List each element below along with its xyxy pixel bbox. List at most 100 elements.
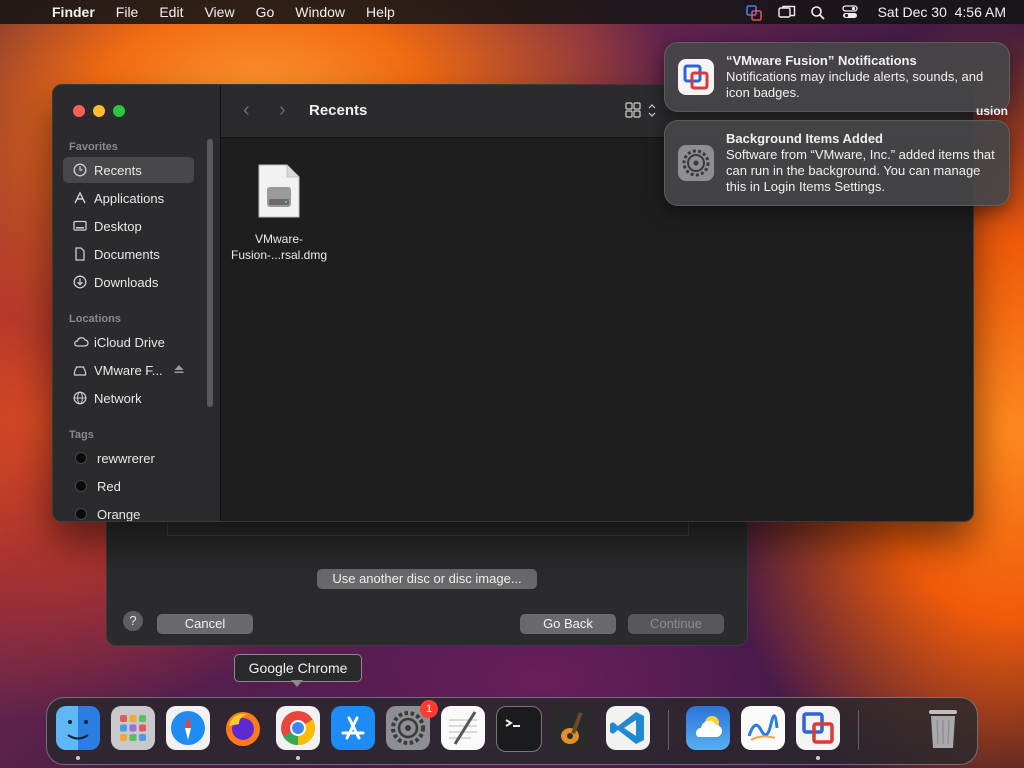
continue-button[interactable]: Continue	[628, 614, 724, 634]
chrome-icon[interactable]	[276, 706, 320, 750]
menu-bar: Finder File Edit View Go Window Help Sat…	[0, 0, 1024, 24]
menu-help[interactable]: Help	[366, 4, 395, 20]
notification-body: Notifications may include alerts, sounds…	[726, 69, 984, 100]
screen-mirroring-icon[interactable]	[777, 5, 795, 19]
running-indicator	[296, 756, 300, 760]
gear-icon	[678, 145, 714, 181]
tag-dot	[75, 480, 87, 492]
sidebar-scrollbar[interactable]	[207, 139, 213, 407]
finder-sidebar: Favorites Recents Applications Desktop D…	[53, 85, 221, 521]
sidebar-item-label: Applications	[94, 190, 165, 206]
running-indicator	[76, 756, 80, 760]
firefox-icon[interactable]	[221, 706, 265, 750]
sidebar-tag-red[interactable]: Red	[63, 473, 194, 499]
close-window-button[interactable]	[73, 105, 85, 117]
zoom-window-button[interactable]	[113, 105, 125, 117]
garageband-icon[interactable]	[551, 706, 595, 750]
system-settings-icon[interactable]: 1	[386, 700, 438, 750]
use-another-disc-button[interactable]: Use another disc or disc image...	[317, 569, 537, 589]
dock-tooltip: Google Chrome	[234, 654, 362, 682]
sidebar-item-label: Red	[97, 478, 121, 494]
vmware-fusion-status-icon[interactable]	[745, 5, 762, 21]
tag-dot	[75, 508, 87, 520]
notification-vmware[interactable]: “VMware Fusion” Notifications Notificati…	[664, 42, 1010, 112]
app-store-icon[interactable]	[331, 706, 375, 750]
sidebar-item-icloud-drive[interactable]: iCloud Drive	[63, 329, 194, 355]
dock: 1	[46, 697, 978, 765]
sidebar-item-network[interactable]: Network	[63, 385, 194, 411]
sidebar-tag-orange[interactable]: Orange	[63, 501, 194, 522]
eject-icon[interactable]	[173, 363, 185, 378]
file-name-line: VMware-	[254, 232, 303, 246]
tooltip-tail	[291, 680, 303, 687]
trash-icon[interactable]	[923, 706, 963, 750]
sidebar-item-label: Network	[94, 390, 142, 406]
sidebar-item-label: Downloads	[94, 274, 159, 290]
menu-window[interactable]: Window	[295, 4, 345, 20]
search-icon[interactable]	[810, 5, 826, 20]
disk-icon	[73, 363, 87, 377]
sidebar-item-label: VMware F...	[94, 362, 163, 378]
weather-icon[interactable]	[686, 706, 730, 750]
notification-title: Background Items Added	[726, 131, 883, 146]
sidebar-item-label: Documents	[94, 246, 160, 262]
back-arrow-icon[interactable]: ‹	[243, 99, 250, 122]
locations-heading: Locations	[69, 313, 121, 325]
go-back-button[interactable]: Go Back	[520, 614, 616, 634]
partial-window-text: usion	[976, 104, 1008, 118]
sidebar-item-label: Recents	[94, 162, 142, 178]
sidebar-item-desktop[interactable]: Desktop	[63, 213, 194, 239]
vscode-icon[interactable]	[606, 706, 650, 750]
file-name: VMware- Fusion-...rsal.dmg	[225, 231, 333, 263]
desktop-icon	[73, 219, 87, 233]
menu-bar-clock[interactable]: Sat Dec 30 4:56 AM	[878, 4, 1006, 20]
dock-separator	[668, 710, 669, 750]
menu-file[interactable]: File	[116, 4, 139, 20]
installer-dialog: Use another disc or disc image... ? Canc…	[106, 510, 748, 646]
freeform-icon[interactable]	[741, 706, 785, 750]
sidebar-item-label: Desktop	[94, 218, 142, 234]
cancel-button[interactable]: Cancel	[157, 614, 253, 634]
clock-icon	[73, 163, 87, 177]
disk-image-icon	[257, 163, 301, 219]
forward-arrow-icon[interactable]: ›	[279, 99, 286, 122]
file-name-line: Fusion-...rsal.dmg	[230, 248, 328, 262]
textedit-icon[interactable]	[441, 706, 485, 750]
notification-background-items[interactable]: Background Items Added Software from “VM…	[664, 120, 1010, 206]
sidebar-item-vmware-volume[interactable]: VMware F...	[63, 357, 194, 383]
menu-app-name[interactable]: Finder	[52, 4, 95, 20]
cloud-icon	[73, 335, 89, 349]
sidebar-item-documents[interactable]: Documents	[63, 241, 194, 267]
applications-icon	[73, 191, 87, 205]
sidebar-item-applications[interactable]: Applications	[63, 185, 194, 211]
sidebar-item-label: Orange	[97, 506, 141, 522]
terminal-icon[interactable]	[496, 706, 542, 752]
notification-badge: 1	[420, 700, 438, 718]
tags-heading: Tags	[69, 429, 94, 441]
launchpad-icon[interactable]	[111, 706, 155, 750]
tag-dot	[75, 452, 87, 464]
menu-edit[interactable]: Edit	[159, 4, 183, 20]
notification-body: Software from “VMware, Inc.” added items…	[726, 147, 995, 194]
finder-icon[interactable]	[56, 706, 100, 750]
menu-go[interactable]: Go	[256, 4, 275, 20]
window-title: Recents	[309, 102, 368, 119]
sidebar-item-label: rewwrerer	[97, 450, 155, 466]
document-icon	[73, 247, 87, 261]
help-button[interactable]: ?	[123, 611, 143, 631]
view-options-icon[interactable]	[625, 102, 663, 125]
sidebar-item-recents[interactable]: Recents	[63, 157, 194, 183]
globe-icon	[73, 391, 87, 405]
favorites-heading: Favorites	[69, 141, 118, 153]
notification-title: “VMware Fusion” Notifications	[726, 53, 917, 68]
vmware-fusion-icon	[678, 59, 714, 95]
sidebar-item-downloads[interactable]: Downloads	[63, 269, 194, 295]
sidebar-tag-rewwrerer[interactable]: rewwrerer	[63, 445, 194, 471]
control-center-icon[interactable]	[841, 5, 858, 19]
download-icon	[73, 275, 87, 289]
vmware-fusion-icon[interactable]	[796, 706, 840, 750]
menu-view[interactable]: View	[204, 4, 234, 20]
dock-separator	[858, 710, 859, 750]
safari-icon[interactable]	[166, 706, 210, 750]
minimize-window-button[interactable]	[93, 105, 105, 117]
